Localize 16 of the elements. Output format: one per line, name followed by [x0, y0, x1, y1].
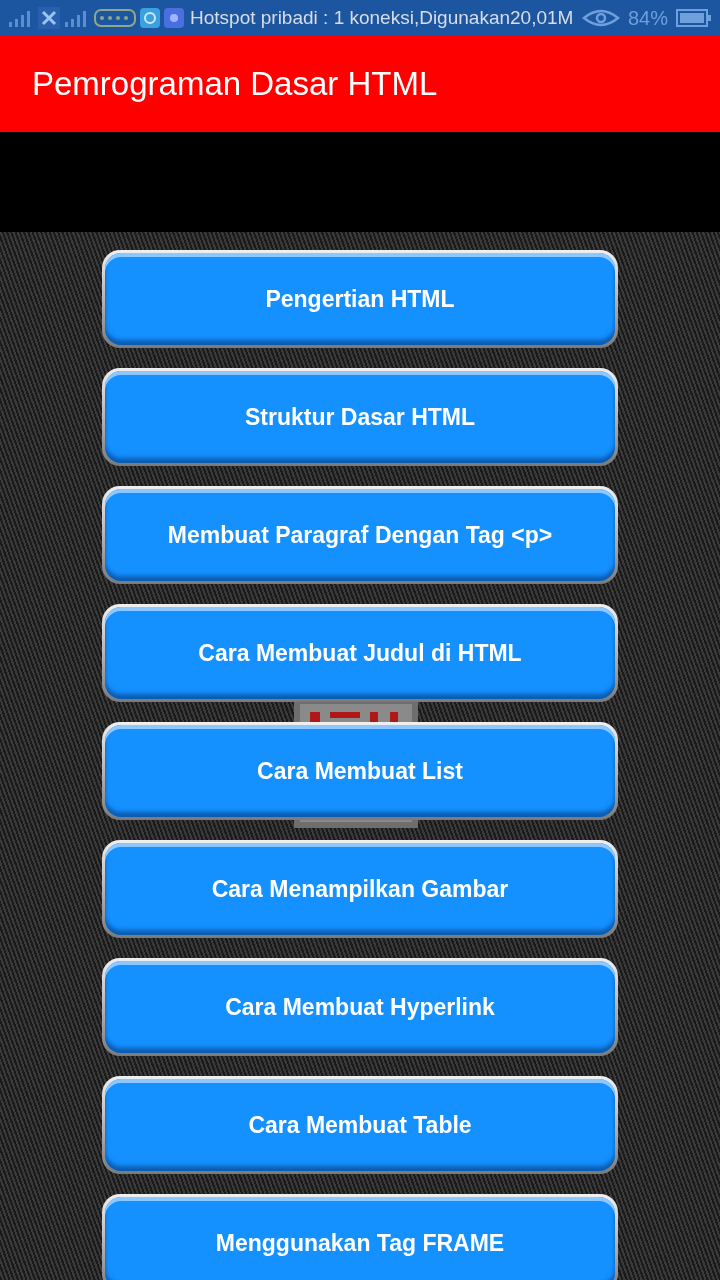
app-icon: [140, 8, 160, 28]
battery-percentage: 84%: [627, 6, 668, 30]
menu-button[interactable]: Cara Membuat Table: [105, 1079, 615, 1171]
notification-text: Hotspot pribadi : 1 koneksi,Digunakan20,01M: [190, 7, 574, 29]
battery-icon: [676, 8, 712, 28]
app-title: Pemrograman Dasar HTML: [32, 65, 438, 103]
menu-button[interactable]: Cara Membuat List: [105, 725, 615, 817]
menu-button[interactable]: Struktur Dasar HTML: [105, 371, 615, 463]
menu-button[interactable]: Cara Menampilkan Gambar: [105, 843, 615, 935]
app-icon: [164, 8, 184, 28]
menu-button[interactable]: Membuat Paragraf Dengan Tag <p>: [105, 489, 615, 581]
menu-button[interactable]: Pengertian HTML: [105, 253, 615, 345]
menu-button[interactable]: Cara Membuat Judul di HTML: [105, 607, 615, 699]
menu-button[interactable]: Cara Membuat Hyperlink: [105, 961, 615, 1053]
menu-button[interactable]: Menggunakan Tag FRAME: [105, 1197, 615, 1280]
eye-icon: [581, 8, 620, 28]
